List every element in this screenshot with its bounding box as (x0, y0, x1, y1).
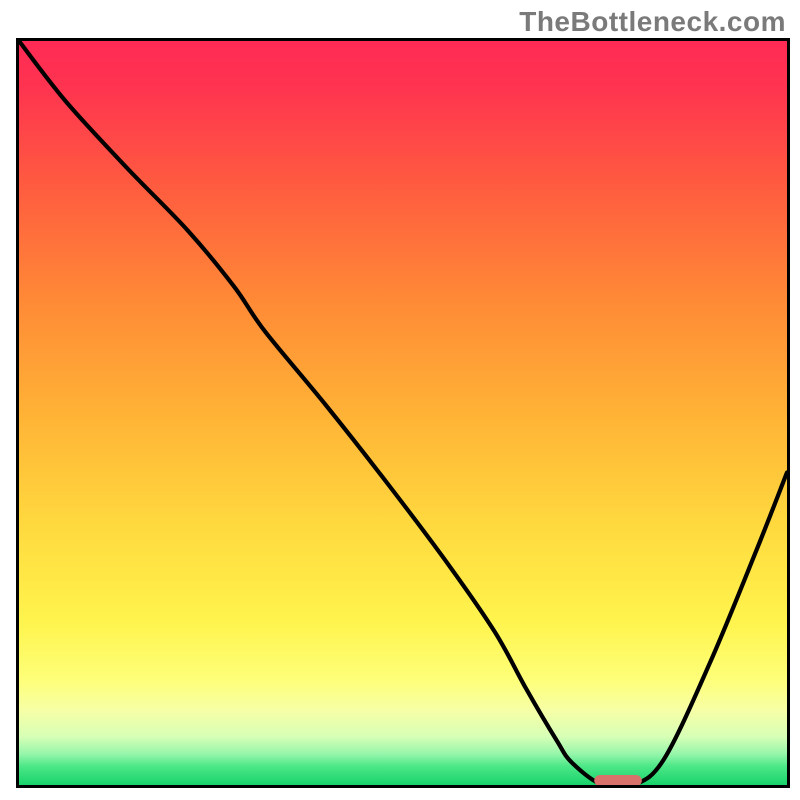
axis-right (787, 38, 790, 788)
axis-left (16, 38, 19, 788)
optimal-marker (594, 775, 642, 785)
chart-stage: TheBottleneck.com (0, 0, 800, 800)
axis-top (16, 38, 790, 41)
background-gradient (19, 41, 787, 785)
plot-area (19, 41, 787, 785)
plot-svg (19, 41, 787, 785)
watermark-text: TheBottleneck.com (519, 6, 786, 38)
axis-bottom (16, 785, 790, 788)
